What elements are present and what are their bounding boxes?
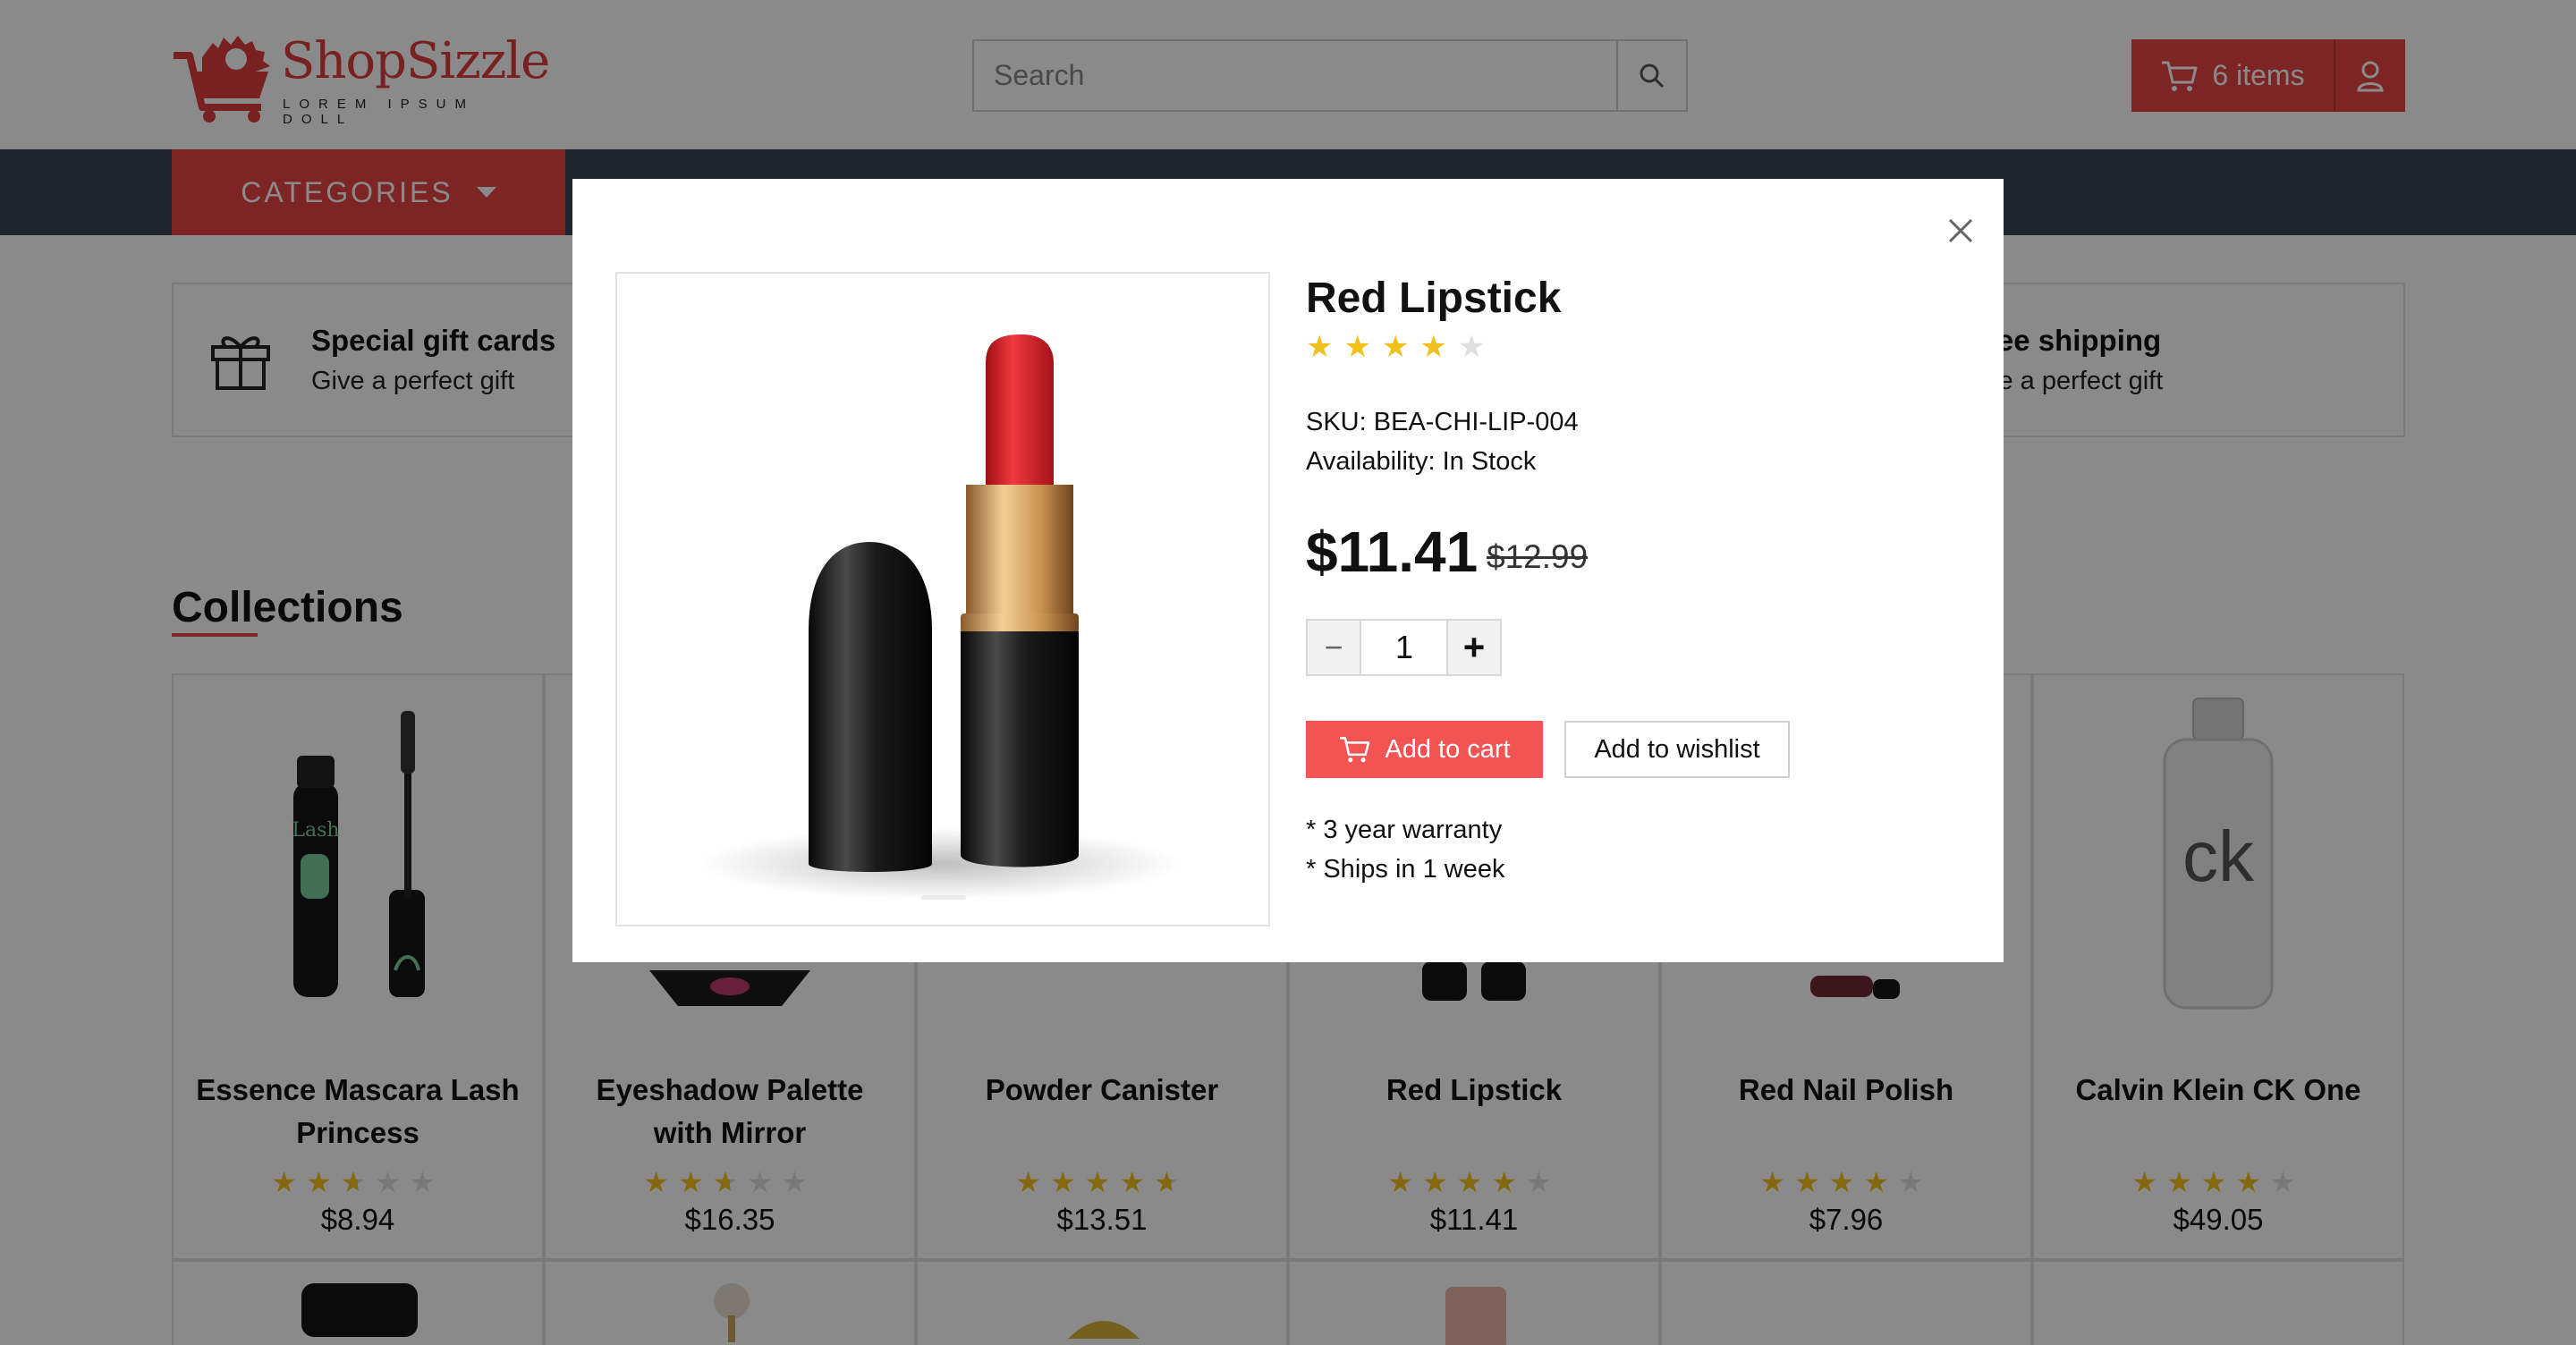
quantity-input[interactable] <box>1361 621 1447 674</box>
star-icon: ★ <box>1381 330 1420 364</box>
warranty-note: * 3 year warranty <box>1306 816 1503 844</box>
add-to-wishlist-button[interactable]: Add to wishlist <box>1564 721 1790 778</box>
quantity-increase-button[interactable]: + <box>1446 621 1500 674</box>
shipping-note: * Ships in 1 week <box>1306 855 1505 884</box>
add-to-cart-button[interactable]: Add to cart <box>1306 721 1543 778</box>
product-sku: SKU: BEA-CHI-LIP-004 <box>1306 408 1579 436</box>
carousel-indicator[interactable] <box>921 895 966 900</box>
cart-icon <box>1340 737 1370 763</box>
star-icon: ★ <box>1343 330 1382 364</box>
quantity-stepper: − + <box>1306 619 1502 676</box>
product-title: Red Lipstick <box>1306 275 1562 322</box>
star-icon: ★ <box>1457 330 1496 364</box>
star-icon: ★ <box>1419 330 1458 364</box>
product-image[interactable] <box>615 272 1270 926</box>
add-to-wishlist-label: Add to wishlist <box>1594 734 1760 764</box>
product-price: $11.41 <box>1306 520 1479 584</box>
quick-view-modal: Red Lipstick ★★★★★ SKU: BEA-CHI-LIP-004 … <box>572 179 2004 962</box>
lipstick-image <box>698 334 1181 900</box>
product-rating: ★★★★★ <box>1306 329 1496 365</box>
close-button[interactable] <box>1941 211 1980 250</box>
product-old-price: $12.99 <box>1487 538 1589 575</box>
close-icon <box>1948 218 1973 243</box>
product-availability: Availability: In Stock <box>1306 447 1537 476</box>
star-icon: ★ <box>1306 330 1344 364</box>
add-to-cart-label: Add to cart <box>1385 734 1511 764</box>
quantity-decrease-button[interactable]: − <box>1308 621 1361 674</box>
